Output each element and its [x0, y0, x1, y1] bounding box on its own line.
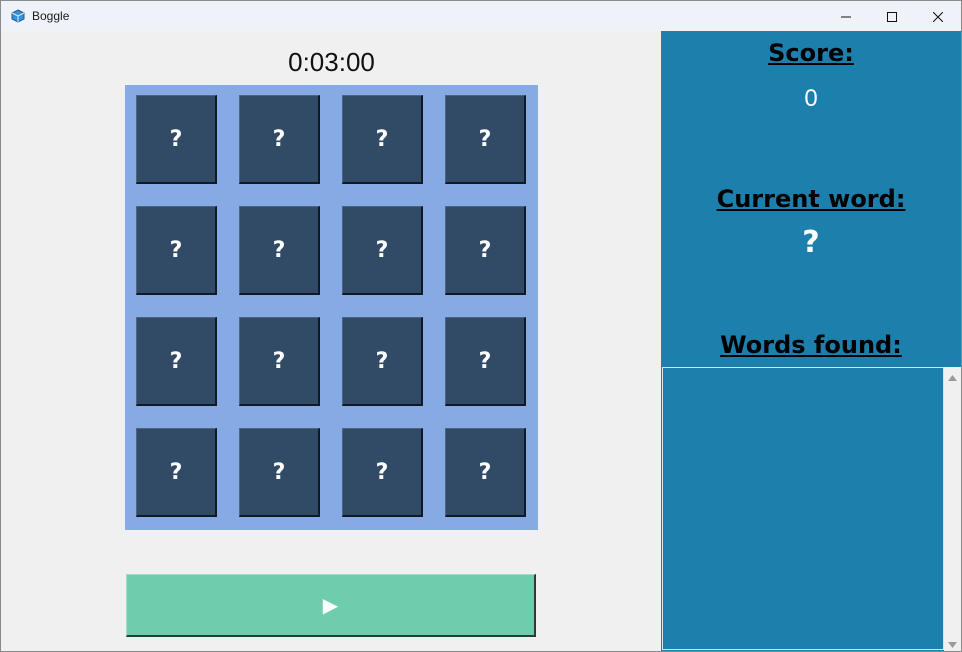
play-button[interactable]: ▶ [126, 574, 536, 637]
scroll-down-arrow-icon [948, 633, 957, 652]
board-cell[interactable]: ? [136, 317, 217, 406]
minimize-button[interactable] [823, 1, 869, 31]
board-cell[interactable]: ? [239, 95, 320, 184]
board-cell[interactable]: ? [239, 317, 320, 406]
boggle-window: Boggle 0:03:00 ? ? ? ? ? ? ? ? ? ? ? ? ?… [0, 0, 962, 652]
board-cell[interactable]: ? [445, 428, 526, 517]
play-icon: ▶ [322, 593, 339, 617]
window-title: Boggle [32, 9, 70, 23]
countdown-timer: 0:03:00 [288, 47, 375, 77]
maximize-icon [887, 7, 897, 26]
words-found-list[interactable] [662, 367, 944, 650]
board-cell[interactable]: ? [445, 317, 526, 406]
boggle-cube-icon [10, 8, 26, 24]
title-bar[interactable]: Boggle [1, 1, 961, 31]
board-cell[interactable]: ? [239, 206, 320, 295]
words-found-scrollbar[interactable] [944, 367, 961, 651]
score-heading: Score: [768, 39, 854, 67]
letter-board: ? ? ? ? ? ? ? ? ? ? ? ? ? ? ? ? [125, 85, 538, 530]
game-area: 0:03:00 ? ? ? ? ? ? ? ? ? ? ? ? ? ? ? ? … [1, 31, 661, 651]
window-controls [823, 1, 961, 31]
board-cell[interactable]: ? [445, 206, 526, 295]
score-value: 0 [804, 85, 818, 112]
scroll-up-button[interactable] [944, 368, 961, 382]
scroll-down-button[interactable] [944, 635, 961, 649]
board-cell[interactable]: ? [342, 428, 423, 517]
scroll-up-arrow-icon [948, 366, 957, 385]
board-cell[interactable]: ? [445, 95, 526, 184]
close-button[interactable] [915, 1, 961, 31]
current-word-heading: Current word: [716, 185, 906, 213]
current-word-value: ? [802, 225, 820, 260]
minimize-icon [841, 7, 851, 26]
board-cell[interactable]: ? [342, 95, 423, 184]
score-panel: Score: 0 Current word: ? Words found: [661, 31, 961, 651]
board-cell[interactable]: ? [136, 95, 217, 184]
maximize-button[interactable] [869, 1, 915, 31]
board-cell[interactable]: ? [136, 206, 217, 295]
board-cell[interactable]: ? [136, 428, 217, 517]
close-icon [932, 7, 944, 26]
words-found-heading: Words found: [720, 331, 902, 359]
board-cell[interactable]: ? [342, 317, 423, 406]
board-cell[interactable]: ? [239, 428, 320, 517]
board-cell[interactable]: ? [342, 206, 423, 295]
